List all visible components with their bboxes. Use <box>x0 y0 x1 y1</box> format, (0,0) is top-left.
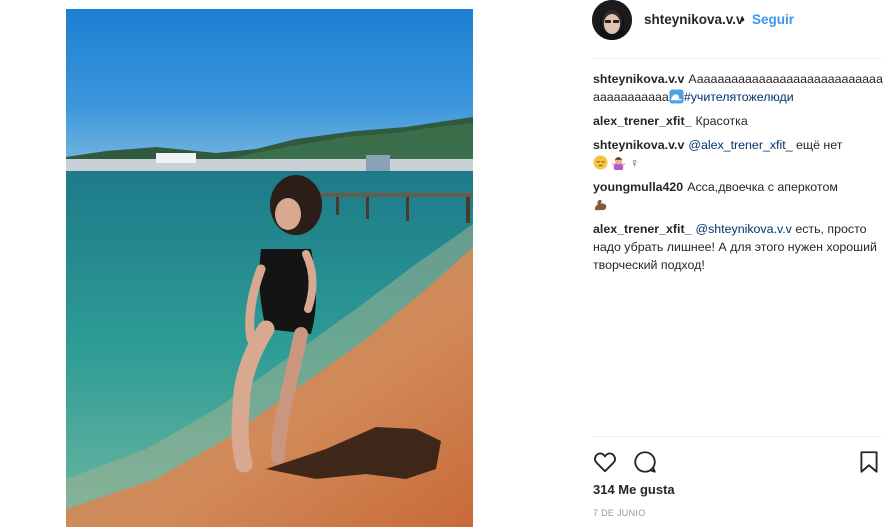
bookmark-icon <box>860 451 878 473</box>
comment-username[interactable]: alex_trener_xfit_ <box>593 222 692 236</box>
pensive-face-emoji-icon <box>593 155 608 170</box>
post-photo[interactable] <box>66 9 473 527</box>
comment-item: shteynikova.v.v @alex_trener_xfit_ ещё не… <box>593 136 883 172</box>
comment-hashtag[interactable]: #учителятожелюди <box>684 90 794 104</box>
heart-icon <box>594 452 616 473</box>
comment-item: alex_trener_xfit_ @shteynikova.v.v есть, … <box>593 220 883 274</box>
comment-button[interactable] <box>632 449 658 475</box>
post-header: shteynikova.v.v • Seguir <box>592 0 882 59</box>
follow-button[interactable]: Seguir <box>752 12 794 27</box>
likes-count[interactable]: 314 Me gusta <box>593 482 675 497</box>
comment-item: alex_trener_xfit_ Красотка <box>593 112 883 130</box>
post-date[interactable]: 7 DE JUNIO <box>593 508 646 518</box>
woman-shrugging-emoji-icon <box>611 156 626 170</box>
wave-emoji-icon <box>669 89 684 104</box>
profile-picture-image <box>592 0 632 40</box>
comment-item: youngmulla420 Асса,двоечка с аперкотом <box>593 178 883 214</box>
comment-username[interactable]: shteynikova.v.v <box>593 72 684 86</box>
comments-list: shteynikova.v.v Ааааааааааааааааааааааааа… <box>593 70 883 280</box>
comment-icon <box>634 451 656 473</box>
comment-mention[interactable]: @shteynikova.v.v <box>696 222 792 236</box>
flexed-biceps-emoji-icon <box>594 199 607 211</box>
save-button[interactable] <box>856 449 882 475</box>
avatar[interactable] <box>592 0 632 40</box>
comment-username[interactable]: shteynikova.v.v <box>593 138 684 152</box>
like-button[interactable] <box>592 449 618 475</box>
post-details-panel: shteynikova.v.v • Seguir shteynikova.v.v… <box>582 0 883 527</box>
post-actions-bar <box>592 436 882 487</box>
beach-photo-image <box>66 9 473 527</box>
comment-mention[interactable]: @alex_trener_xfit_ <box>688 138 792 152</box>
comment-item: shteynikova.v.v Ааааааааааааааааааааааааа… <box>593 70 883 106</box>
comment-username[interactable]: youngmulla420 <box>593 180 683 194</box>
comment-username[interactable]: alex_trener_xfit_ <box>593 114 692 128</box>
comment-text: Асса,двоечка с аперкотом <box>687 180 838 194</box>
header-separator: • <box>740 11 745 27</box>
female-sign-glyph: ♀ <box>629 156 640 170</box>
comment-text: Красотка <box>695 114 748 128</box>
comment-text: ещё нет <box>796 138 843 152</box>
header-username[interactable]: shteynikova.v.v <box>644 12 744 27</box>
